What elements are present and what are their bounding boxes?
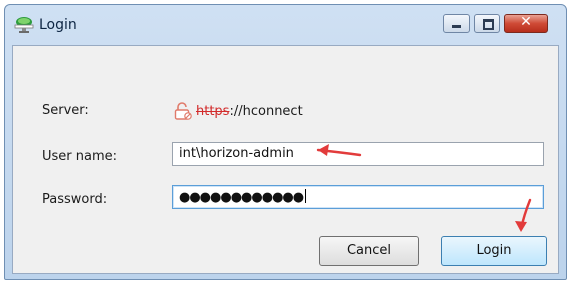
username-annotation-arrow [316, 144, 362, 157]
annotation-arrows [316, 144, 532, 232]
login-annotation-arrow [515, 198, 532, 232]
